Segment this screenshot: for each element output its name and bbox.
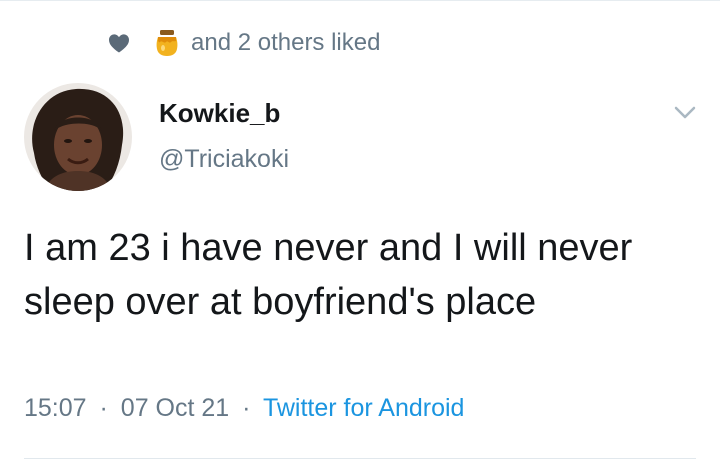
tweet-date: 07 Oct 21	[120, 394, 230, 422]
meta-separator: ·	[242, 394, 251, 422]
heart-icon	[109, 34, 129, 53]
tweet-metadata: 15:07 · 07 Oct 21 · Twitter for Android	[24, 394, 464, 423]
tweet-source-link[interactable]: Twitter for Android	[263, 394, 464, 422]
bottom-divider	[24, 458, 696, 459]
liked-by-text[interactable]: and 2 others liked	[191, 29, 380, 57]
tweet-text: I am 23 i have never and I will never sl…	[24, 227, 633, 323]
username[interactable]: @Triciakoki	[159, 145, 289, 174]
top-divider	[0, 0, 720, 1]
more-options-button[interactable]	[668, 98, 702, 128]
profile-photo	[24, 83, 132, 191]
honey-pot-avatar[interactable]	[152, 28, 182, 58]
avatar[interactable]	[24, 83, 132, 191]
meta-separator: ·	[99, 394, 108, 422]
chevron-down-icon	[674, 106, 696, 119]
social-context[interactable]: and 2 others liked	[108, 26, 380, 60]
display-name[interactable]: Kowkie_b	[159, 98, 280, 129]
tweet-time: 15:07	[24, 394, 87, 422]
